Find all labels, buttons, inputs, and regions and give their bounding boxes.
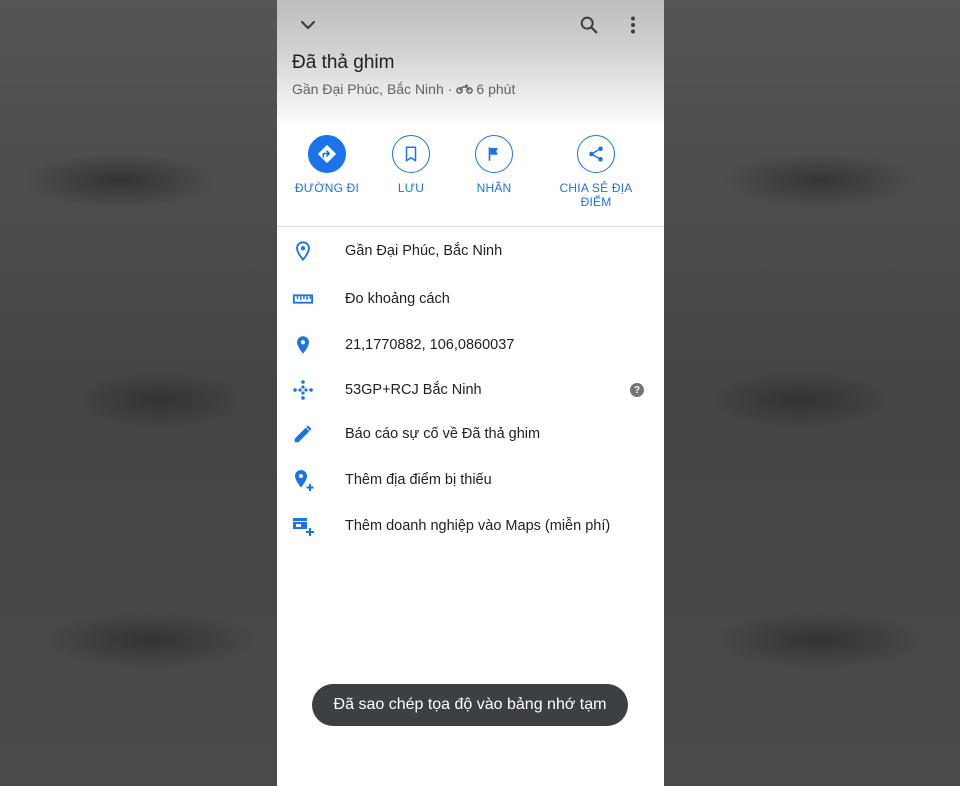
detail-text: Báo cáo sự cố về Đã thả ghim bbox=[345, 426, 541, 442]
place-title: Đã thả ghim bbox=[292, 52, 395, 73]
divider bbox=[277, 226, 664, 227]
share-button[interactable]: CHIA SẺ ĐỊA ĐIỂM bbox=[551, 135, 641, 209]
separator: · bbox=[447, 81, 453, 97]
detail-add-business[interactable]: Thêm doanh nghiệp vào Maps (miễn phí) bbox=[277, 504, 664, 548]
detail-address[interactable]: Gần Đại Phúc, Bắc Ninh bbox=[277, 229, 664, 273]
add-location-icon bbox=[291, 468, 315, 492]
detail-text: Gần Đại Phúc, Bắc Ninh bbox=[345, 243, 503, 259]
pencil-icon bbox=[291, 422, 315, 446]
search-icon bbox=[580, 16, 598, 34]
flag-icon bbox=[488, 147, 498, 161]
motorcycle-icon bbox=[456, 84, 474, 94]
detail-text: Đo khoảng cách bbox=[345, 291, 450, 307]
directions-icon bbox=[317, 144, 337, 164]
place-location: Gần Đại Phúc, Bắc Ninh bbox=[292, 81, 444, 97]
detail-text: Thêm địa điểm bị thiếu bbox=[345, 472, 492, 488]
label-label: NHÃN bbox=[476, 181, 512, 195]
place-subtitle: Gần Đại Phúc, Bắc Ninh · 6 phút bbox=[292, 81, 515, 97]
detail-report-issue[interactable]: Báo cáo sự cố về Đã thả ghim bbox=[277, 412, 664, 456]
share-label: CHIA SẺ ĐỊA ĐIỂM bbox=[559, 181, 633, 209]
save-button[interactable]: LƯU bbox=[366, 135, 456, 195]
more-vert-icon bbox=[631, 16, 635, 34]
place-header: Đã thả ghim Gần Đại Phúc, Bắc Ninh · 6 p… bbox=[277, 0, 664, 128]
collapse-button[interactable] bbox=[296, 13, 320, 37]
detail-text: 21,1770882, 106,0860037 bbox=[345, 337, 515, 353]
action-bar: ĐƯỜNG ĐI LƯU NHÃN CHIA SẺ ĐỊA ĐIỂM bbox=[277, 135, 664, 225]
location-pin-icon bbox=[291, 333, 315, 357]
save-label: LƯU bbox=[397, 181, 425, 195]
ruler-icon bbox=[291, 287, 315, 311]
directions-label: ĐƯỜNG ĐI bbox=[294, 181, 360, 195]
travel-time: 6 phút bbox=[476, 81, 516, 97]
label-button[interactable]: NHÃN bbox=[449, 135, 539, 195]
search-button[interactable] bbox=[577, 13, 601, 37]
help-icon[interactable]: ? bbox=[630, 383, 644, 397]
place-sheet: Đã thả ghim Gần Đại Phúc, Bắc Ninh · 6 p… bbox=[277, 0, 664, 786]
detail-text: Thêm doanh nghiệp vào Maps (miễn phí) bbox=[345, 518, 611, 534]
detail-add-missing-place[interactable]: Thêm địa điểm bị thiếu bbox=[277, 458, 664, 502]
more-options-button[interactable] bbox=[621, 13, 645, 37]
directions-button[interactable]: ĐƯỜNG ĐI bbox=[282, 135, 372, 195]
bookmark-icon bbox=[405, 146, 417, 162]
share-icon bbox=[589, 146, 603, 162]
detail-measure-distance[interactable]: Đo khoảng cách bbox=[277, 277, 664, 321]
detail-coordinates[interactable]: 21,1770882, 106,0860037 bbox=[277, 323, 664, 367]
chevron-down-icon bbox=[300, 20, 316, 30]
detail-text: 53GP+RCJ Bắc Ninh bbox=[345, 382, 482, 398]
location-outline-icon bbox=[291, 239, 315, 263]
detail-plus-code[interactable]: 53GP+RCJ Bắc Ninh ? bbox=[277, 368, 664, 412]
add-business-icon bbox=[291, 514, 315, 538]
plus-code-icon bbox=[291, 378, 315, 402]
copied-toast: Đã sao chép tọa độ vào bảng nhớ tạm bbox=[312, 684, 628, 726]
